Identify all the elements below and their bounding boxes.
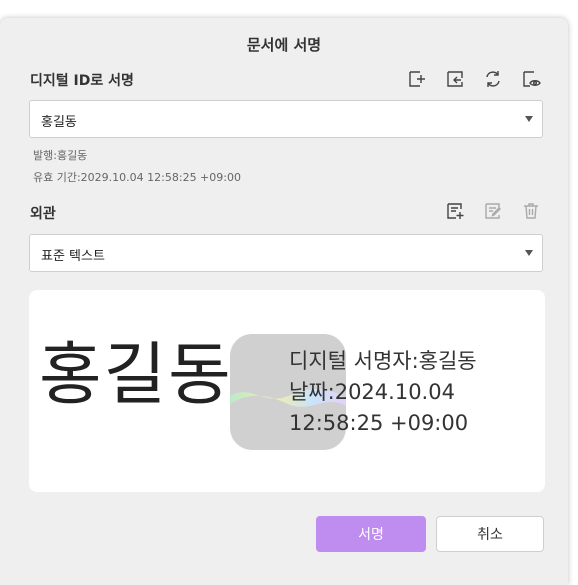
signer-name-large: 홍길동	[39, 336, 233, 415]
chevron-down-icon	[525, 250, 533, 256]
signature-details: 디지털 서명자:홍길동 날짜:2024.10.04 12:58:25 +09:0…	[289, 346, 477, 439]
delete-icon[interactable]	[520, 200, 542, 222]
chevron-down-icon	[525, 116, 533, 122]
import-id-icon[interactable]	[444, 68, 466, 90]
refresh-icon[interactable]	[482, 68, 504, 90]
appearance-label: 외관	[30, 206, 56, 222]
sign-document-dialog: 문서에 서명 디지털 ID로 서명 홍길동 발행:홍길동 유효 기간:2029.…	[0, 18, 568, 585]
signer-line: 디지털 서명자:홍길동	[289, 349, 477, 373]
validity-text: 유효 기간:2029.10.04 12:58:25 +09:00	[33, 171, 241, 184]
dialog-title: 문서에 서명	[246, 36, 322, 54]
digital-id-label: 디지털 ID로 서명	[30, 73, 134, 89]
add-id-icon[interactable]	[406, 68, 428, 90]
cancel-button[interactable]: 취소	[436, 516, 544, 552]
time-line: 12:58:25 +09:00	[289, 411, 469, 435]
issuer-text: 발행:홍길동	[33, 149, 88, 162]
sign-button[interactable]: 서명	[316, 516, 426, 552]
edit-appearance-icon[interactable]	[482, 200, 504, 222]
appearance-value: 표준 텍스트	[41, 249, 105, 264]
background-page-edge	[570, 0, 578, 585]
new-appearance-icon[interactable]	[444, 200, 466, 222]
date-line: 날짜:2024.10.04	[289, 380, 455, 404]
view-id-icon[interactable]	[520, 68, 542, 90]
signature-preview: 홍길동 디지털 서명자:홍길동 날짜:2024.10.04 12:58:25 +…	[29, 290, 545, 492]
digital-id-select[interactable]: 홍길동	[29, 100, 543, 138]
digital-id-value: 홍길동	[41, 115, 77, 130]
appearance-select[interactable]: 표준 텍스트	[29, 234, 543, 272]
